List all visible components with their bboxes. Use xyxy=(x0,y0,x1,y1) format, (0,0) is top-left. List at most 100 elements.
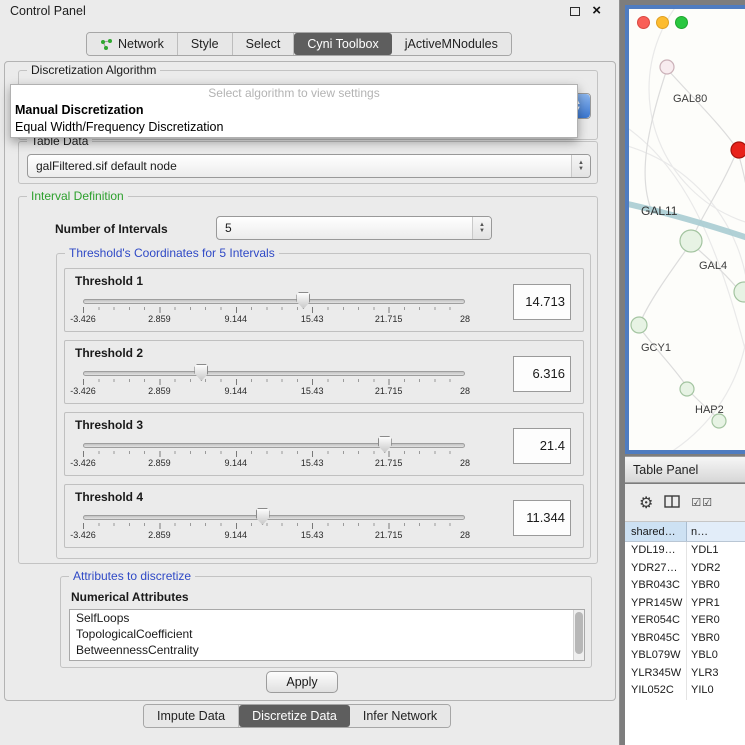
list-scrollbar-thumb[interactable] xyxy=(575,612,583,654)
network-node[interactable] xyxy=(680,382,694,396)
network-node[interactable] xyxy=(631,317,647,333)
scale-tick-label: 9.144 xyxy=(225,530,248,540)
scale-tick-label: 28 xyxy=(460,530,470,540)
tab-select[interactable]: Select xyxy=(233,33,295,55)
cell[interactable]: YBR045C xyxy=(625,630,687,648)
scale-tick-label: 15.43 xyxy=(301,530,324,540)
tab-cyni-toolbox[interactable]: Cyni Toolbox xyxy=(294,33,391,55)
table-row[interactable]: YLR345WYLR3 xyxy=(625,665,745,683)
cell[interactable]: YER054C xyxy=(625,612,687,630)
close-icon[interactable]: × xyxy=(592,5,601,17)
tab-select-label: Select xyxy=(246,37,281,51)
tab-discretize-data-label: Discretize Data xyxy=(252,709,337,723)
close-traffic-icon[interactable] xyxy=(637,16,650,29)
cell[interactable]: YDR27… xyxy=(625,560,687,578)
cell[interactable]: YBR043C xyxy=(625,577,687,595)
gear-icon[interactable]: ⚙ xyxy=(639,493,653,513)
numerical-attributes-label: Numerical Attributes xyxy=(71,590,189,604)
table-row[interactable]: YBL079WYBL0 xyxy=(625,647,745,665)
table-data-combo[interactable]: galFiltered.sif default node ▲ ▼ xyxy=(27,154,591,178)
cell[interactable]: YBR0 xyxy=(687,577,745,595)
split-pane-icon[interactable] xyxy=(664,495,680,511)
tab-infer-network[interactable]: Infer Network xyxy=(350,705,450,727)
control-panel-window: Control Panel × Network Style Select Cyn… xyxy=(0,0,620,745)
threshold-3-slider[interactable]: -3.426 2.859 9.144 15.43 21.715 28 xyxy=(83,437,465,475)
algorithm-option-manual[interactable]: Manual Discretization xyxy=(11,102,577,119)
network-node[interactable] xyxy=(712,414,726,428)
cell[interactable]: YBR0 xyxy=(687,630,745,648)
list-item[interactable]: TopologicalCoefficient xyxy=(70,626,584,642)
slider-scale: -3.426 2.859 9.144 15.43 21.715 28 xyxy=(83,386,465,398)
number-of-intervals-combo[interactable]: 5 ▲ ▼ xyxy=(216,216,492,240)
threshold-3-value[interactable]: 21.4 xyxy=(513,428,571,464)
list-item[interactable]: SelfLoops xyxy=(70,610,584,626)
select-columns-icon[interactable]: ☑☑ xyxy=(691,496,713,509)
cell[interactable]: YIL052C xyxy=(625,682,687,700)
table-row[interactable]: YDR27…YDR2 xyxy=(625,560,745,578)
numerical-attributes-list[interactable]: SelfLoops TopologicalCoefficient Between… xyxy=(69,609,585,661)
list-scrollbar[interactable] xyxy=(573,610,584,660)
cell[interactable]: YLR345W xyxy=(625,665,687,683)
selected-red-node[interactable] xyxy=(731,142,745,158)
table-row[interactable]: YDL19…YDL1 xyxy=(625,542,745,560)
cell[interactable]: YBL079W xyxy=(625,647,687,665)
tab-network-label: Network xyxy=(118,37,164,51)
thresholds-group: Threshold's Coordinates for 5 Intervals … xyxy=(56,253,591,559)
node-label-gal80: GAL80 xyxy=(673,93,707,105)
algorithm-placeholder: Select algorithm to view settings xyxy=(11,85,577,102)
table-row[interactable]: YBR045CYBR0 xyxy=(625,630,745,648)
tab-network[interactable]: Network xyxy=(87,33,178,55)
cell[interactable]: YDR2 xyxy=(687,560,745,578)
tab-style[interactable]: Style xyxy=(178,33,233,55)
scale-tick-label: 2.859 xyxy=(148,386,171,396)
threshold-4-panel: Threshold 4 -3.426 2.859 9.144 15.43 21.… xyxy=(64,484,584,548)
scale-tick-label: 9.144 xyxy=(225,458,248,468)
tab-discretize-data[interactable]: Discretize Data xyxy=(239,705,350,727)
tab-impute-data[interactable]: Impute Data xyxy=(144,705,239,727)
network-canvas[interactable]: GAL80 GAL11 GAL4 GCY1 HAP2 xyxy=(629,9,745,450)
network-node[interactable] xyxy=(660,60,674,74)
threshold-1-value[interactable]: 14.713 xyxy=(513,284,571,320)
cell[interactable]: YDL19… xyxy=(625,542,687,560)
table-row[interactable]: YBR043CYBR0 xyxy=(625,577,745,595)
cell[interactable]: YER0 xyxy=(687,612,745,630)
table-data-group: Table Data galFiltered.sif default node … xyxy=(18,141,598,184)
bottom-tabstrip: Impute Data Discretize Data Infer Networ… xyxy=(143,704,451,728)
combo-stepper-icon[interactable]: ▲ ▼ xyxy=(571,155,590,177)
table-row[interactable]: YIL052CYIL0 xyxy=(625,682,745,700)
cell[interactable]: YIL0 xyxy=(687,682,745,700)
list-item[interactable]: BetweennessCentrality xyxy=(70,642,584,658)
network-view-window[interactable]: GAL80 GAL11 GAL4 GCY1 HAP2 xyxy=(625,5,745,454)
threshold-2-value[interactable]: 6.316 xyxy=(513,356,571,392)
threshold-4-slider[interactable]: -3.426 2.859 9.144 15.43 21.715 28 xyxy=(83,509,465,547)
cell[interactable]: YBL0 xyxy=(687,647,745,665)
tab-jactivemnodules[interactable]: jActiveMNodules xyxy=(392,33,511,55)
zoom-traffic-icon[interactable] xyxy=(675,16,688,29)
cell[interactable]: YLR3 xyxy=(687,665,745,683)
cell[interactable]: YPR1 xyxy=(687,595,745,613)
apply-button[interactable]: Apply xyxy=(266,671,338,693)
network-node[interactable] xyxy=(734,282,745,302)
slider-track xyxy=(83,443,465,448)
tab-impute-data-label: Impute Data xyxy=(157,709,225,723)
column-header-shared-name[interactable]: shared… xyxy=(625,522,687,541)
scale-tick-label: 2.859 xyxy=(148,530,171,540)
combo-down-arrow-icon: ▼ xyxy=(578,166,584,172)
cell[interactable]: YPR145W xyxy=(625,595,687,613)
threshold-3-label: Threshold 3 xyxy=(75,418,143,432)
titlebar: Control Panel × xyxy=(0,0,619,22)
column-header-name[interactable]: n… xyxy=(687,522,745,541)
combo-stepper-icon[interactable]: ▲ ▼ xyxy=(472,217,491,239)
discretization-algorithm-label: Discretization Algorithm xyxy=(27,63,160,77)
table-row[interactable]: YER054CYER0 xyxy=(625,612,745,630)
threshold-1-slider[interactable]: -3.426 2.859 9.144 15.43 21.715 28 xyxy=(83,293,465,331)
float-window-icon[interactable] xyxy=(570,7,580,16)
minimize-traffic-icon[interactable] xyxy=(656,16,669,29)
threshold-4-value[interactable]: 11.344 xyxy=(513,500,571,536)
network-node[interactable] xyxy=(680,230,702,252)
cell[interactable]: YDL1 xyxy=(687,542,745,560)
algorithm-option-equal-width[interactable]: Equal Width/Frequency Discretization xyxy=(11,119,577,136)
tab-style-label: Style xyxy=(191,37,219,51)
table-row[interactable]: YPR145WYPR1 xyxy=(625,595,745,613)
threshold-2-slider[interactable]: -3.426 2.859 9.144 15.43 21.715 28 xyxy=(83,365,465,403)
